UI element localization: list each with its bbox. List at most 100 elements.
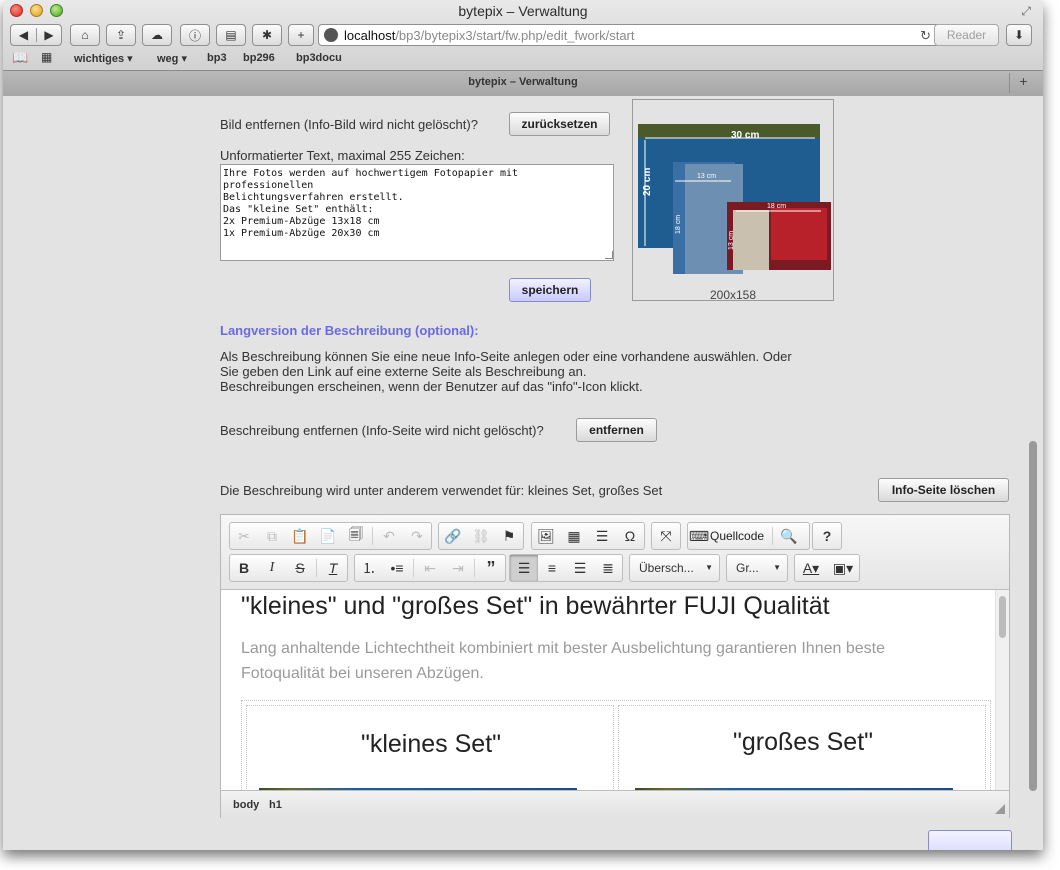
italic-icon[interactable]: I: [258, 555, 286, 581]
chevron-down-icon: ▼: [773, 563, 781, 572]
bookmark-item[interactable]: bp3: [207, 52, 227, 64]
icloud-button[interactable]: ☁: [142, 24, 172, 46]
strike-icon[interactable]: S: [286, 555, 314, 581]
share-button[interactable]: ⇪: [106, 24, 136, 46]
editor-resize-handle[interactable]: [995, 804, 1005, 814]
partial-button[interactable]: [928, 830, 1012, 850]
forward-icon[interactable]: ▶: [36, 28, 61, 42]
source-code-icon[interactable]: ⌨: [688, 523, 710, 549]
remove-description-button[interactable]: entfernen: [576, 418, 657, 442]
info-button[interactable]: ⓘ: [180, 24, 210, 46]
align-justify-icon[interactable]: ≣: [594, 555, 622, 581]
indent-icon[interactable]: ⇥: [444, 555, 472, 581]
size-dropdown-value: Gr...: [736, 561, 759, 575]
reset-image-button[interactable]: zurücksetzen: [509, 112, 610, 136]
bookmark-item[interactable]: wichtiges ▾: [74, 52, 133, 65]
bookmarks-bar: 📖 ▦ wichtiges ▾ weg ▾ bp3 bp296 bp3docu: [3, 50, 1043, 68]
element-path-item[interactable]: h1: [269, 799, 282, 811]
paste-text-icon[interactable]: 📄: [314, 523, 342, 549]
cell-title[interactable]: "kleines Set": [247, 730, 615, 759]
table-cell[interactable]: "kleines Set": [246, 705, 614, 790]
content-heading[interactable]: "kleines" und "großes Set" in bewährter …: [241, 592, 830, 621]
save-button[interactable]: speichern: [509, 278, 591, 302]
align-right-icon[interactable]: ☰: [566, 555, 594, 581]
url-path: /bp3/bytepix3/start/fw.php/edit_fwork/st…: [395, 27, 635, 43]
preview-width-label: 30 cm: [731, 130, 759, 141]
paste-word-icon[interactable]: 🗐: [342, 523, 370, 549]
text-color-icon[interactable]: A▾: [795, 555, 827, 581]
preview-small-height-label: 18 cm: [675, 215, 682, 234]
image-icon[interactable]: 🖼: [532, 523, 560, 549]
cell-title[interactable]: "großes Set": [619, 728, 987, 757]
extension-button[interactable]: ▤: [216, 24, 246, 46]
special-char-icon[interactable]: Ω: [616, 523, 644, 549]
unlink-icon[interactable]: ⛓: [467, 523, 495, 549]
bold-icon[interactable]: B: [230, 555, 258, 581]
maximize-icon[interactable]: ⤧: [652, 523, 680, 549]
plain-text-input[interactable]: [220, 164, 614, 261]
link-icon[interactable]: 🔗: [439, 523, 467, 549]
page-content: Bild entfernen (Info-Bild wird nicht gel…: [3, 96, 1043, 850]
align-left-icon[interactable]: ☰: [510, 555, 538, 581]
snippet-button[interactable]: ✱: [252, 24, 282, 46]
long-description-heading: Langversion der Beschreibung (optional):: [220, 323, 479, 338]
preview-small2-width-label: 18 cm: [767, 203, 786, 210]
editor-scroll-thumb[interactable]: [999, 596, 1006, 638]
back-forward-buttons[interactable]: ◀ ▶: [10, 24, 62, 46]
link-group: 🔗 ⛓ ⚑: [438, 522, 524, 550]
back-icon[interactable]: ◀: [11, 28, 36, 42]
background-color-icon[interactable]: ▣▾: [827, 555, 859, 581]
downloads-button[interactable]: ⬇: [1006, 24, 1032, 46]
table-icon[interactable]: ▦: [560, 523, 588, 549]
source-code-button[interactable]: Quellcode: [710, 529, 764, 543]
align-center-icon[interactable]: ≡: [538, 555, 566, 581]
info-image-preview[interactable]: 30 cm 20 cm 13 cm 18 cm 18 cm 13 cm 200x…: [632, 99, 834, 302]
cut-icon[interactable]: ✂: [230, 523, 258, 549]
copy-icon[interactable]: ⧉: [258, 523, 286, 549]
editor-scrollbar[interactable]: [995, 590, 1009, 790]
redo-icon[interactable]: ↷: [403, 523, 431, 549]
reader-button[interactable]: Reader: [934, 24, 999, 46]
add-bookmark-button[interactable]: +: [288, 24, 314, 46]
remove-format-icon[interactable]: T: [319, 555, 347, 581]
maximize-group: ⤧: [651, 522, 681, 550]
tab-active[interactable]: bytepix – Verwaltung: [3, 76, 1043, 88]
paste-icon[interactable]: 📋: [286, 523, 314, 549]
chevron-down-icon: ▼: [705, 563, 713, 572]
textarea-resize-handle[interactable]: [605, 251, 613, 259]
rich-text-editor: ✂ ⧉ 📋 📄 🗐 ↶ ↷ 🔗 ⛓ ⚑ 🖼 ▦ ☰ Ω ⤧ ⌨ Quellcod…: [220, 514, 1010, 818]
format-dropdown[interactable]: Übersch... ▼: [629, 554, 720, 582]
address-bar[interactable]: localhost /bp3/bytepix3/start/fw.php/edi…: [318, 24, 940, 46]
bookmark-item[interactable]: bp3docu: [296, 52, 342, 64]
delete-info-page-button[interactable]: Info-Seite löschen: [878, 478, 1009, 502]
preview-icon[interactable]: 🔍: [775, 523, 803, 549]
element-path-item[interactable]: body: [233, 799, 259, 811]
bookmark-item[interactable]: weg ▾: [157, 52, 187, 65]
horizontal-rule-icon[interactable]: ☰: [588, 523, 616, 549]
reload-icon[interactable]: ↻: [920, 28, 931, 44]
help-icon[interactable]: ?: [813, 523, 841, 549]
new-tab-button[interactable]: +: [1009, 73, 1037, 93]
bookmark-item[interactable]: bp296: [243, 52, 275, 64]
blockquote-icon[interactable]: ”: [477, 555, 505, 581]
home-icon: ⌂: [81, 28, 89, 42]
table-cell[interactable]: "großes Set": [618, 705, 986, 790]
description-help-line-1: Als Beschreibung können Sie eine neue In…: [220, 349, 792, 364]
image-dimensions: 200x158: [709, 288, 757, 302]
outdent-icon[interactable]: ⇤: [416, 555, 444, 581]
reading-list-icon[interactable]: 📖: [12, 50, 28, 66]
bullet-list-icon[interactable]: •≡: [383, 555, 411, 581]
page-scroll-thumb[interactable]: [1029, 441, 1037, 791]
size-dropdown[interactable]: Gr... ▼: [726, 554, 788, 582]
content-table[interactable]: "kleines Set" "großes Set": [241, 700, 991, 790]
url-host: localhost: [344, 27, 396, 43]
top-sites-icon[interactable]: ▦: [41, 50, 52, 64]
anchor-flag-icon[interactable]: ⚑: [495, 523, 523, 549]
home-button[interactable]: ⌂: [70, 24, 100, 46]
content-paragraph[interactable]: Lang anhaltende Lichtechtheit kombiniert…: [241, 636, 921, 686]
editor-content-area[interactable]: "kleines" und "großes Set" in bewährter …: [221, 590, 1009, 790]
undo-icon[interactable]: ↶: [375, 523, 403, 549]
numbered-list-icon[interactable]: ⒈: [355, 555, 383, 581]
description-help-line-2: Sie geben den Link auf eine externe Seit…: [220, 364, 587, 379]
fullscreen-icon[interactable]: ⤢: [1021, 4, 1031, 19]
